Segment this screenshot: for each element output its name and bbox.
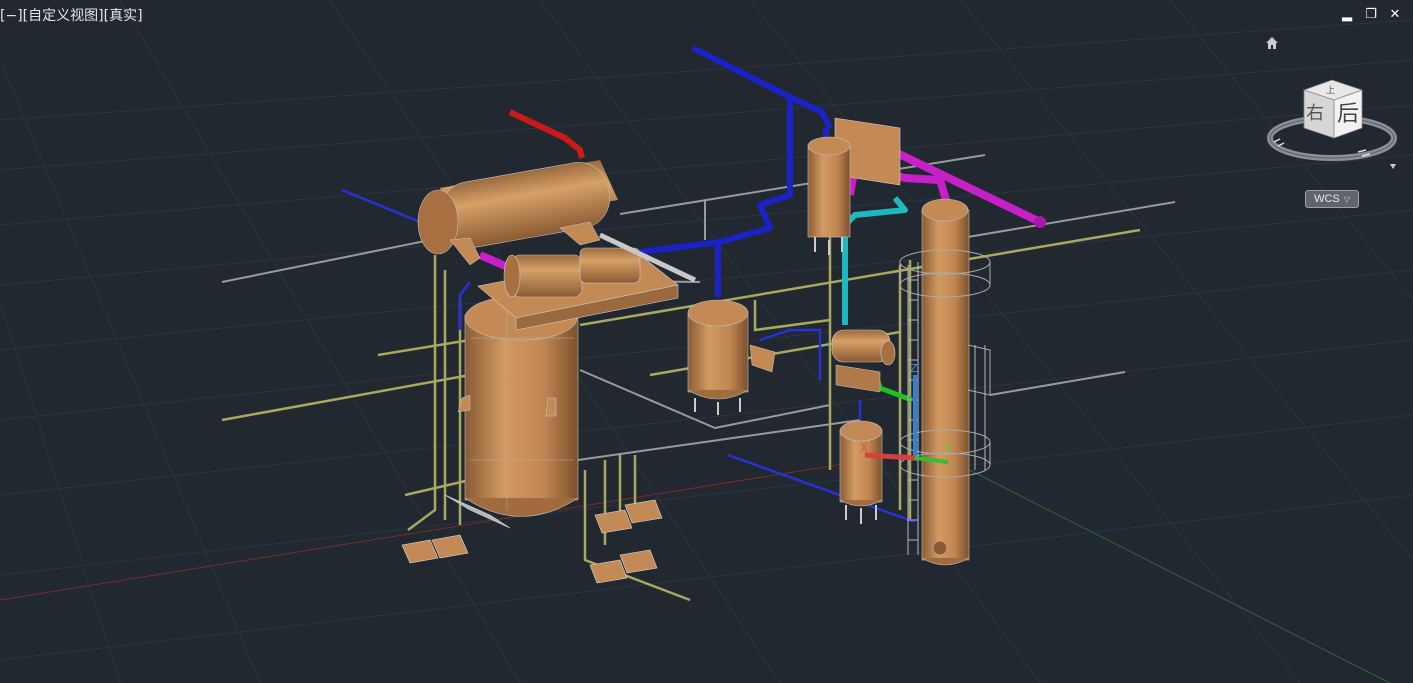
view-preset-button[interactable]: 自定义视图	[28, 8, 98, 24]
viewcube[interactable]: 上 右 后	[1266, 76, 1400, 171]
red-pipe	[508, 109, 585, 159]
green-pipe	[872, 371, 913, 403]
wcs-dropdown[interactable]: WCS ▽	[1305, 190, 1359, 208]
viewport-controls-label: [−][自定义视图][真实]	[0, 5, 143, 25]
visual-style-button[interactable]: 真实	[109, 8, 137, 24]
blue-pipes	[639, 45, 833, 297]
home-icon[interactable]	[1264, 35, 1280, 51]
viewport-window-controls: ▂ ❐ ✕	[1339, 6, 1403, 22]
minimize-button[interactable]: ▂	[1339, 6, 1355, 22]
bracket-close: ]	[137, 8, 143, 24]
bracket-sep-2: ][	[98, 8, 110, 24]
grid-axes	[0, 449, 1391, 683]
lower-vertical-vessel[interactable]	[839, 420, 883, 524]
svg-text:Z: Z	[910, 362, 918, 375]
close-button[interactable]: ✕	[1387, 6, 1403, 22]
magenta-flange	[1034, 216, 1046, 228]
drawing-viewport[interactable]: X Y Z [−][自定义视图][真实] ▂ ❐ ✕ 上 右 后 WCS ▽	[0, 0, 1413, 683]
medium-vertical-vessel[interactable]	[687, 299, 776, 415]
model-space[interactable]: X Y Z	[0, 0, 1413, 683]
viewcube-top-face[interactable]: 上	[1326, 85, 1335, 96]
bracket-sep-1: ][	[17, 8, 29, 24]
restore-button[interactable]: ❐	[1363, 6, 1379, 22]
chevron-down-icon[interactable]	[1390, 164, 1396, 169]
viewcube-side-face[interactable]: 右	[1306, 103, 1324, 124]
svg-text:X: X	[860, 441, 868, 455]
svg-text:Y: Y	[944, 442, 952, 455]
viewport-menu-button[interactable]: −	[5, 8, 17, 24]
dropdown-arrow-icon: ▽	[1343, 194, 1350, 204]
wcs-label: WCS	[1314, 193, 1340, 205]
olive-pipes	[221, 200, 1141, 602]
viewcube-front-face[interactable]: 后	[1337, 102, 1359, 127]
heat-exchanger[interactable]	[831, 329, 896, 393]
